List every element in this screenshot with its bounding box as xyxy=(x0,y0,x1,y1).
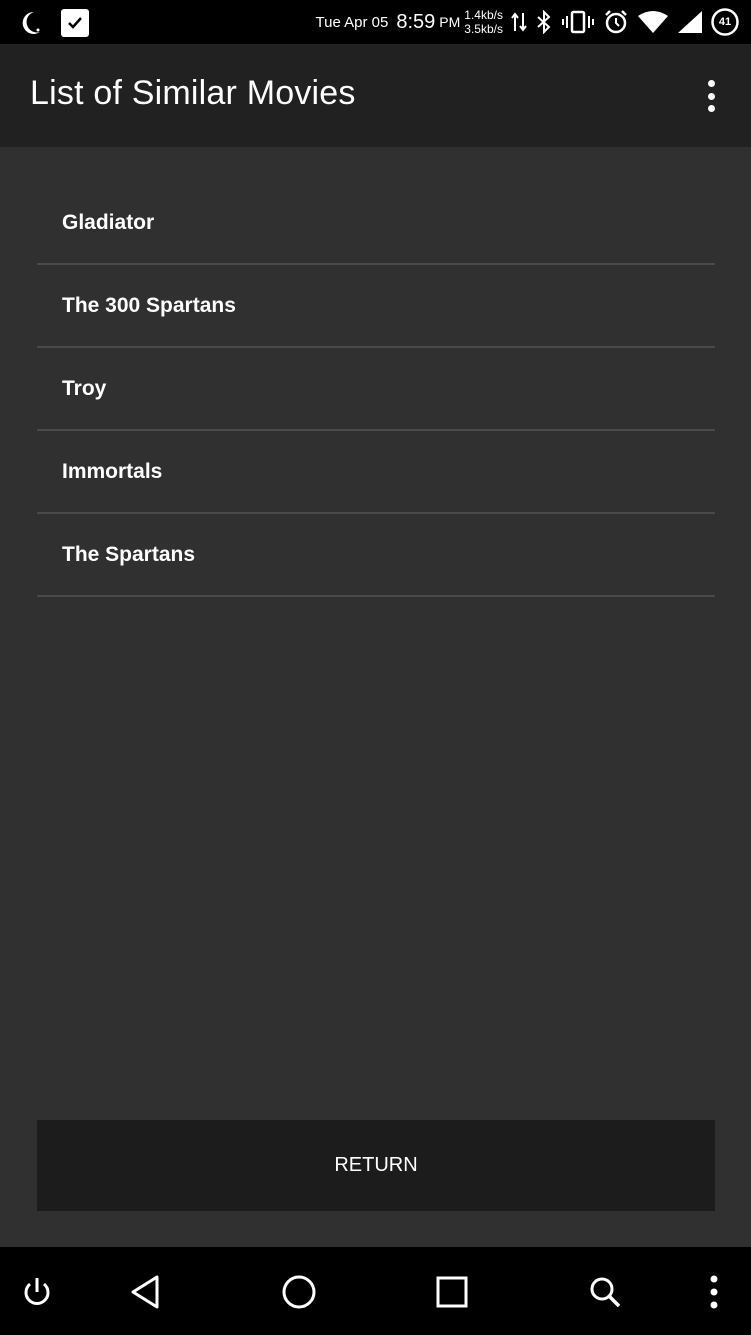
search-icon[interactable] xyxy=(582,1269,628,1315)
movie-title: The 300 Spartans xyxy=(62,293,236,317)
back-icon[interactable] xyxy=(123,1269,169,1315)
bluetooth-icon xyxy=(535,10,553,34)
power-icon[interactable] xyxy=(14,1269,60,1315)
battery-level: 41 xyxy=(718,16,732,28)
status-time: 8:59 xyxy=(396,10,436,33)
movie-title: Troy xyxy=(62,376,107,400)
movie-title: The Spartans xyxy=(62,542,196,566)
movie-title: Gladiator xyxy=(62,210,155,234)
alarm-icon xyxy=(603,9,629,35)
moon-icon xyxy=(20,10,42,36)
vibrate-icon xyxy=(561,10,595,34)
upload-speed: 1.4kb/s xyxy=(464,8,503,22)
recents-icon[interactable] xyxy=(429,1269,475,1315)
movie-list-item[interactable]: The 300 Spartans xyxy=(37,265,715,348)
overflow-menu-icon[interactable] xyxy=(699,78,723,114)
status-ampm: PM xyxy=(439,14,461,30)
battery-icon: 41 xyxy=(711,8,739,36)
cell-signal-icon xyxy=(677,10,703,34)
movie-list-item[interactable]: The Spartans xyxy=(37,514,715,597)
movie-list-item[interactable]: Troy xyxy=(37,348,715,431)
similar-movies-list: Gladiator The 300 Spartans Troy Immortals Th… xyxy=(37,182,715,597)
page-title: List of Similar Movies xyxy=(30,74,356,112)
download-speed: 3.5kb/s xyxy=(464,22,503,36)
status-bar: Tue Apr 05 8:59 PM 1.4kb/s 3.5kb/s 41 xyxy=(0,0,751,44)
wifi-icon xyxy=(637,10,669,34)
navigation-bar xyxy=(0,1247,751,1335)
more-icon[interactable] xyxy=(691,1269,737,1315)
app-bar: List of Similar Movies xyxy=(0,44,751,147)
movie-title: Immortals xyxy=(62,459,163,483)
network-speed: 1.4kb/s 3.5kb/s xyxy=(464,8,503,36)
movie-list-item[interactable]: Gladiator xyxy=(37,182,715,265)
movie-list-item[interactable]: Immortals xyxy=(37,431,715,514)
data-arrows-icon xyxy=(511,11,527,33)
task-check-icon xyxy=(60,8,90,38)
home-icon[interactable] xyxy=(276,1269,322,1315)
status-date: Tue Apr 05 xyxy=(315,13,389,31)
return-button[interactable]: RETURN xyxy=(37,1120,715,1211)
